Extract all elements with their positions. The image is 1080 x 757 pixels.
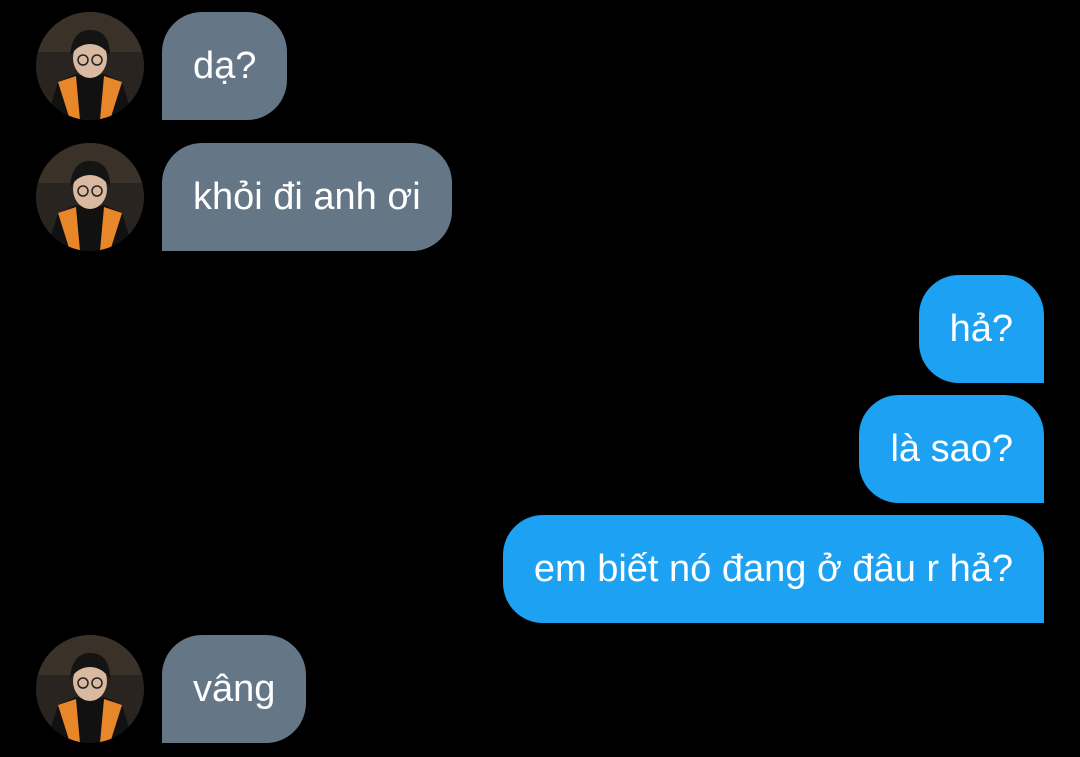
message-row-outgoing: em biết nó đang ở đâu r hả? [0,515,1080,623]
chat-thread: dạ? khỏi đi anh ơi hả? là sao? em biết n… [0,0,1080,757]
message-bubble-outgoing[interactable]: em biết nó đang ở đâu r hả? [502,515,1044,623]
message-bubble-incoming[interactable]: khỏi đi anh ơi [162,143,452,251]
message-bubble-incoming[interactable]: vâng [162,635,307,743]
message-text: em biết nó đang ở đâu r hả? [533,547,1013,590]
message-row-outgoing: là sao? [0,395,1080,503]
message-row-outgoing: hả? [0,275,1080,383]
message-bubble-outgoing[interactable]: là sao? [859,395,1044,503]
contact-avatar[interactable] [36,12,144,120]
message-text: dạ? [193,44,257,87]
contact-avatar[interactable] [36,143,144,251]
message-row-incoming: vâng [0,635,1080,743]
message-text: là sao? [890,427,1013,470]
message-text: hả? [949,307,1013,350]
message-bubble-outgoing[interactable]: hả? [918,275,1044,383]
message-text: khỏi đi anh ơi [193,175,421,218]
message-bubble-incoming[interactable]: dạ? [162,12,288,120]
message-text: vâng [193,667,276,710]
contact-avatar[interactable] [36,635,144,743]
message-row-incoming: khỏi đi anh ơi [0,143,1080,251]
message-row-incoming: dạ? [0,12,1080,120]
